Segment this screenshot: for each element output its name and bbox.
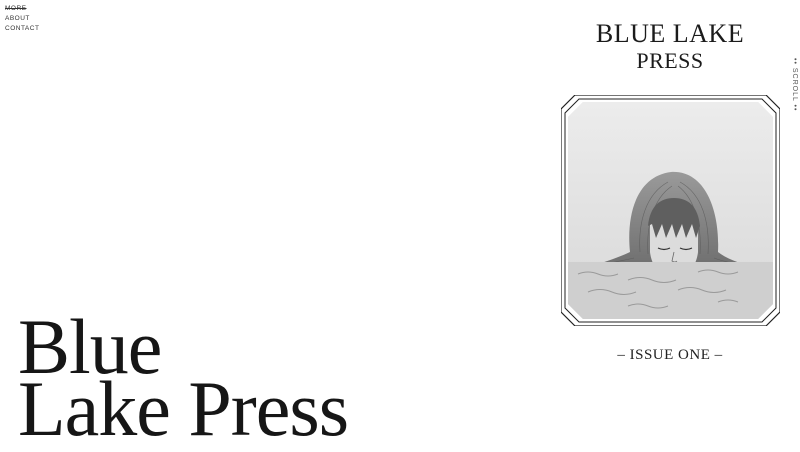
cover-title: BLUE LAKE PRESS <box>570 20 770 74</box>
hero-title-line2: Lake Press <box>18 365 349 452</box>
issue-label: – ISSUE ONE – <box>617 347 723 363</box>
scroll-label: •• SCROLL •• <box>791 58 798 112</box>
hero-title: Blue Lake Press <box>18 308 349 452</box>
cover-illustration <box>568 102 773 319</box>
illustration-woman-in-water-icon <box>568 102 773 319</box>
cover-title-line1: BLUE LAKE <box>595 19 745 48</box>
nav-contact-link[interactable]: CONTACT <box>5 24 39 34</box>
nav-more-link[interactable]: MORE <box>5 4 39 14</box>
cover-title-line2: PRESS <box>636 48 704 73</box>
top-nav: MORE ABOUT CONTACT <box>5 4 39 34</box>
nav-about-link[interactable]: ABOUT <box>5 14 39 24</box>
scroll-indicator[interactable]: •• SCROLL •• <box>786 58 800 118</box>
cover-frame <box>561 95 780 326</box>
